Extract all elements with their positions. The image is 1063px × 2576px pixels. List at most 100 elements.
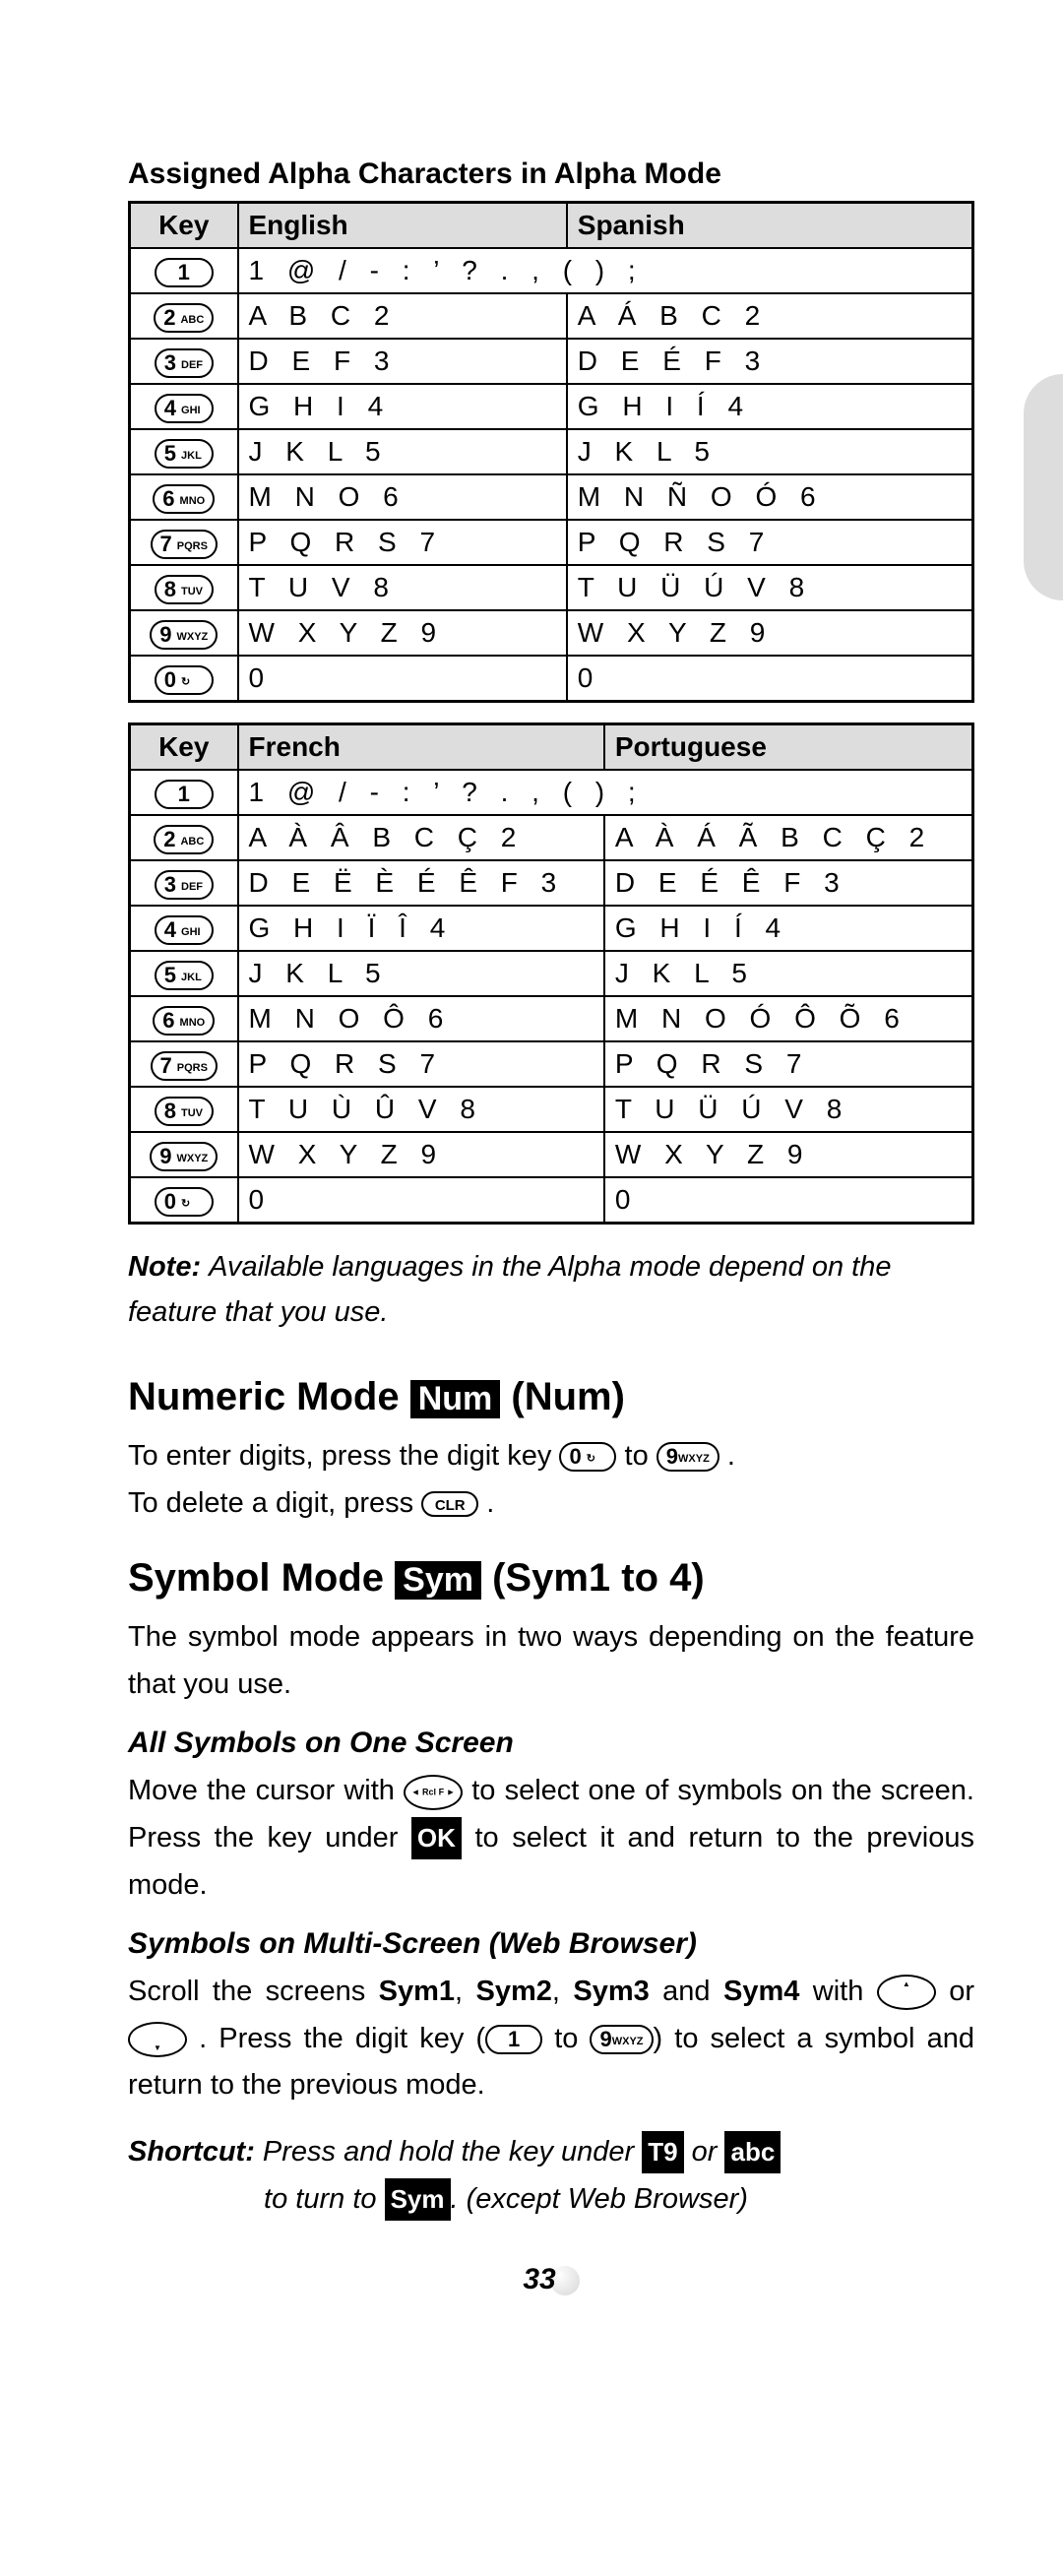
- table-row: 9 WXYZW X Y Z 9W X Y Z 9: [130, 610, 973, 656]
- table-row: 0 ↻00: [130, 656, 973, 702]
- key-cell: 1: [130, 770, 238, 815]
- chars-cell: T U Ü Ú V 8: [567, 565, 973, 610]
- table-row: 6 MNOM N O Ô 6M N O Ó Ô Õ 6: [130, 996, 973, 1041]
- chars-cell: 1 @ / - : ’ ? . , ( ) ;: [238, 770, 973, 815]
- key-cell: 8 TUV: [130, 1087, 238, 1132]
- text: Press and hold the key under: [255, 2136, 642, 2168]
- key-cell: 2 ABC: [130, 293, 238, 339]
- ok-badge: OK: [411, 1817, 462, 1859]
- text: to turn to: [256, 2183, 385, 2215]
- keypad-key-icon: 3 DEF: [155, 870, 214, 900]
- th-key: Key: [130, 724, 238, 771]
- sym1: Sym1: [379, 1976, 455, 2007]
- th-french: French: [238, 724, 604, 771]
- key-cell: 0 ↻: [130, 656, 238, 702]
- chars-cell: W X Y Z 9: [238, 1132, 604, 1177]
- keypad-key-icon: 0 ↻: [155, 665, 214, 695]
- keypad-key-icon: 6 MNO: [153, 484, 215, 514]
- key-cell: 4 GHI: [130, 906, 238, 951]
- note-body: Available languages in the Alpha mode de…: [128, 1251, 892, 1328]
- chars-cell: T U Ü Ú V 8: [604, 1087, 973, 1132]
- chars-cell: W X Y Z 9: [567, 610, 973, 656]
- text: to: [625, 1440, 657, 1472]
- chars-cell: A À Á Ã B C Ç 2: [604, 815, 973, 860]
- heading-suffix: (Sym1 to 4): [481, 1556, 705, 1600]
- keypad-key-icon: 0 ↻: [155, 1187, 214, 1217]
- text: .: [486, 1487, 494, 1519]
- chars-cell: G H I Í 4: [604, 906, 973, 951]
- chars-cell: A Á B C 2: [567, 293, 973, 339]
- chars-cell: J K L 5: [567, 429, 973, 474]
- page-tab: [1024, 374, 1063, 600]
- key-cell: 4 GHI: [130, 384, 238, 429]
- table-caption: Assigned Alpha Characters in Alpha Mode: [128, 157, 974, 191]
- chars-cell: D E É F 3: [567, 339, 973, 384]
- chars-cell: J K L 5: [604, 951, 973, 996]
- table-row: 2 ABCA À Â B C Ç 2A À Á Ã B C Ç 2: [130, 815, 973, 860]
- key-cell: 1: [130, 248, 238, 293]
- chars-cell: M N O Ó Ô Õ 6: [604, 996, 973, 1041]
- key-cell: 3 DEF: [130, 339, 238, 384]
- table-row: 7 PQRSP Q R S 7P Q R S 7: [130, 1041, 973, 1087]
- text: to: [542, 2023, 590, 2054]
- symbol-mode-heading: Symbol Mode Sym (Sym1 to 4): [128, 1556, 974, 1601]
- table-row: 5 JKLJ K L 5J K L 5: [130, 429, 973, 474]
- abc-badge: abc: [724, 2131, 781, 2173]
- table-row: 6 MNO M N O 6M N Ñ O Ó 6: [130, 474, 973, 520]
- keypad-key-icon: 4 GHI: [155, 915, 214, 945]
- chars-cell: D E F 3: [238, 339, 567, 384]
- keypad-key-icon: 1: [155, 258, 214, 287]
- key-cell: 5 JKL: [130, 429, 238, 474]
- chars-cell: M N O 6: [238, 474, 567, 520]
- th-key: Key: [130, 203, 238, 249]
- note-label: Note:: [128, 1251, 201, 1283]
- table-row: 5 JKLJ K L 5J K L 5: [130, 951, 973, 996]
- th-english: English: [238, 203, 567, 249]
- keypad-key-icon: 4 GHI: [155, 394, 214, 423]
- chars-cell: P Q R S 7: [238, 1041, 604, 1087]
- table-row: 4 GHI G H I 4G H I Í 4: [130, 384, 973, 429]
- key-1-icon: 1: [485, 2025, 542, 2054]
- text: Scroll the screens: [128, 1976, 379, 2007]
- page-number: 33: [128, 2263, 974, 2296]
- all-symbols-subheading: All Symbols on One Screen: [128, 1727, 974, 1760]
- key-cell: 5 JKL: [130, 951, 238, 996]
- key-clr-icon: CLR: [421, 1491, 478, 1517]
- key-cell: 9 WXYZ: [130, 1132, 238, 1177]
- table-row: 9 WXYZW X Y Z 9W X Y Z 9: [130, 1132, 973, 1177]
- text: . Press the digit key (: [199, 2023, 485, 2054]
- chars-cell: A B C 2: [238, 293, 567, 339]
- chars-cell: G H I 4: [238, 384, 567, 429]
- table-row: 11 @ / - : ’ ? . , ( ) ;: [130, 248, 973, 293]
- table-row: 4 GHIG H I Ï Î 4G H I Í 4: [130, 906, 973, 951]
- keypad-key-icon: 9 WXYZ: [150, 1142, 218, 1171]
- key-cell: 6 MNO: [130, 474, 238, 520]
- heading-text: Numeric Mode: [128, 1375, 410, 1418]
- heading-text: Symbol Mode: [128, 1556, 395, 1600]
- chars-cell: A À Â B C Ç 2: [238, 815, 604, 860]
- sym-badge-sm: Sym: [385, 2178, 451, 2221]
- keypad-key-icon: 7 PQRS: [151, 1051, 218, 1081]
- key-cell: 3 DEF: [130, 860, 238, 906]
- keypad-key-icon: 2 ABC: [154, 303, 214, 333]
- chars-cell: 0: [238, 1177, 604, 1224]
- numeric-mode-heading: Numeric Mode Num (Num): [128, 1375, 974, 1419]
- num-badge: Num: [410, 1380, 501, 1418]
- keypad-key-icon: 1: [155, 780, 214, 809]
- text: or: [949, 1976, 974, 2007]
- chars-cell: J K L 5: [238, 429, 567, 474]
- chars-cell: M N Ñ O Ó 6: [567, 474, 973, 520]
- text: To enter digits, press the digit key: [128, 1440, 559, 1472]
- t9-badge: T9: [642, 2131, 683, 2173]
- th-spanish: Spanish: [567, 203, 973, 249]
- key-0-icon: 0 ↻: [559, 1442, 616, 1472]
- chars-cell: G H I Í 4: [567, 384, 973, 429]
- chars-cell: W X Y Z 9: [238, 610, 567, 656]
- key-cell: 6 MNO: [130, 996, 238, 1041]
- table-row: 8 TUVT U Ù Û V 8T U Ü Ú V 8: [130, 1087, 973, 1132]
- chars-cell: P Q R S 7: [567, 520, 973, 565]
- text: or: [684, 2136, 725, 2168]
- multi-screen-subheading: Symbols on Multi-Screen (Web Browser): [128, 1927, 974, 1961]
- chars-cell: 0: [238, 656, 567, 702]
- alpha-table-english-spanish: Key English Spanish 11 @ / - : ’ ? . , (…: [128, 201, 974, 703]
